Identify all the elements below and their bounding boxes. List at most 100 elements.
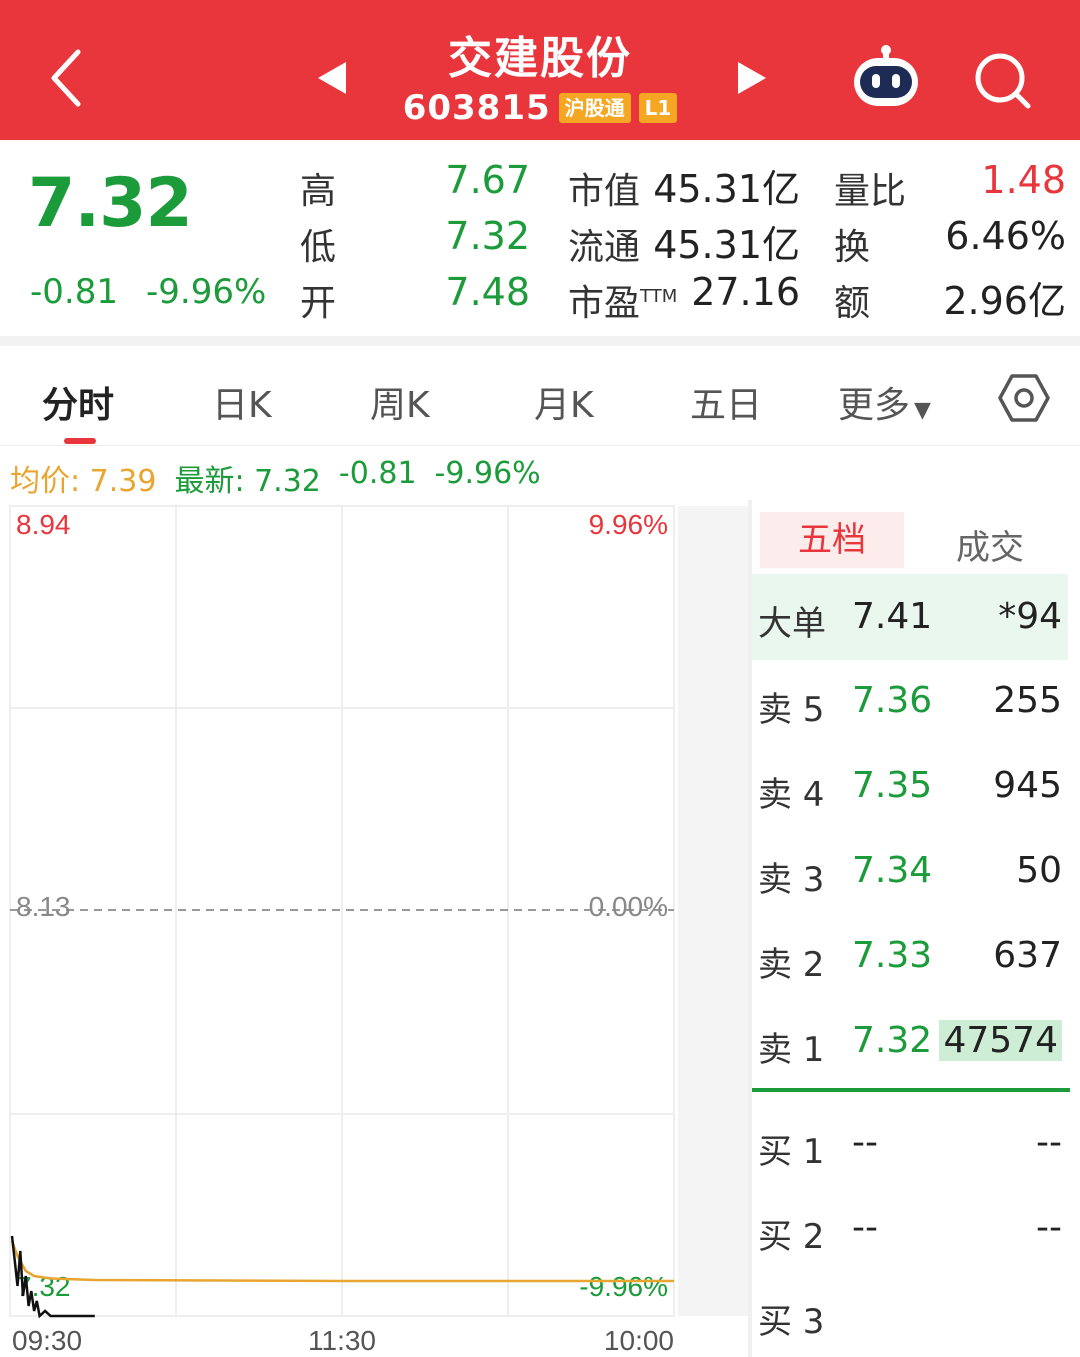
search-button[interactable]: [972, 52, 1034, 110]
order-book: 五档 成交 大单 7.41 *94 卖 5 7.36 255 卖 4 7.35 …: [752, 506, 1072, 1357]
section-divider: [0, 336, 1080, 346]
prev-stock-button[interactable]: [312, 58, 352, 98]
price-change: -0.81 -9.96%: [30, 272, 266, 312]
y-top-label: 8.94: [16, 509, 71, 540]
pct-mid-label: 0.00%: [589, 891, 668, 922]
chart-settings-button[interactable]: [998, 372, 1050, 424]
volume-ratio-label: 量比: [834, 171, 907, 212]
bid-row: 买 3: [752, 1274, 1068, 1354]
float-cap-value: 45.31亿: [653, 223, 800, 267]
bid-price: --: [852, 1207, 878, 1248]
active-tab-indicator: [64, 438, 96, 444]
pe-label-text: 市盈: [568, 283, 641, 324]
latest-change: -0.81: [338, 456, 417, 491]
pe-value: 27.16: [691, 270, 800, 314]
tab-more[interactable]: 更多 ▼: [838, 376, 931, 428]
pct-top-label: 9.96%: [589, 509, 668, 540]
triangle-right-icon: [738, 62, 766, 94]
ask-volume: 50: [1016, 850, 1062, 891]
ask-price: 7.36: [852, 680, 933, 721]
big-order-price: 7.41: [852, 596, 933, 637]
market-tag: 沪股通: [558, 93, 631, 123]
tab-monthly-k[interactable]: 月K: [534, 376, 594, 428]
ask-volume: 637: [993, 935, 1062, 976]
ask-row: 卖 5 7.36 255: [752, 662, 1068, 742]
tab-five-day[interactable]: 五日: [690, 376, 762, 428]
stock-name: 交建股份: [448, 33, 632, 84]
tab-five-levels[interactable]: 五档: [760, 512, 904, 568]
chart-info-line: 均价: 7.39 最新: 7.32 -0.81 -9.96%: [10, 456, 541, 500]
ask-row: 卖 2 7.33 637: [752, 917, 1068, 997]
bid-label: 买 3: [758, 1302, 825, 1342]
assistant-button[interactable]: [848, 42, 924, 110]
ask-volume: 255: [993, 680, 1062, 721]
stock-code: 603815: [402, 88, 551, 128]
level-tag: L1: [638, 93, 678, 123]
ask-row: 卖 3 7.34 50: [752, 832, 1068, 912]
turnover-value: 6.46%: [945, 214, 1066, 258]
amount-value: 2.96亿: [943, 279, 1066, 323]
float-cap-label: 流通: [568, 227, 641, 268]
bid-label: 买 2: [758, 1217, 825, 1257]
tab-trades[interactable]: 成交: [956, 520, 1024, 569]
bid-label: 买 1: [758, 1132, 825, 1172]
ask-row: 卖 1 7.32 47574: [752, 1002, 1068, 1082]
bid-volume: --: [1036, 1207, 1062, 1248]
tab-weekly-k[interactable]: 周K: [370, 376, 430, 428]
caret-down-icon: ▼: [914, 398, 931, 423]
bid-row: 买 1 -- --: [752, 1104, 1068, 1184]
chart-right-gutter: [678, 506, 748, 1316]
low-label: 低: [300, 227, 337, 268]
tab-more-label: 更多: [838, 385, 911, 426]
ask-label: 卖 5: [758, 690, 825, 730]
back-button[interactable]: [40, 40, 100, 110]
market-cap-value: 45.31亿: [653, 167, 800, 211]
bid-ask-separator: [752, 1088, 1070, 1092]
ask-price: 7.35: [852, 765, 933, 806]
ask-volume: 47574: [939, 1020, 1062, 1061]
ask-price: 7.33: [852, 935, 933, 976]
chevron-left-icon: [51, 49, 81, 107]
change-value: -0.81: [30, 272, 118, 312]
tab-daily-k[interactable]: 日K: [212, 376, 272, 428]
ask-label: 卖 4: [758, 775, 825, 815]
open-label: 开: [300, 283, 337, 324]
x-label-start: 09:30: [12, 1325, 82, 1356]
x-label-mid: 11:30: [308, 1325, 376, 1356]
settings-hexagon-icon: [998, 374, 1050, 422]
big-order-label: 大单: [758, 604, 826, 644]
bid-price: --: [852, 1122, 878, 1163]
x-label-end: 10:00: [604, 1325, 674, 1356]
ask-price: 7.34: [852, 850, 933, 891]
market-cap-label: 市值: [568, 171, 641, 212]
volume-ratio-value: 1.48: [981, 158, 1066, 202]
quote-panel: 7.32 -0.81 -9.96% 高 7.67 市值 45.31亿 量比 1.…: [0, 140, 1080, 336]
robot-icon: [854, 45, 918, 106]
ask-label: 卖 2: [758, 945, 825, 985]
next-stock-button[interactable]: [732, 58, 772, 98]
amount-label: 额: [834, 283, 871, 324]
bid-row: 买 2 -- --: [752, 1189, 1068, 1269]
ask-row: 卖 4 7.35 945: [752, 747, 1068, 827]
avg-price-label: 均价: 7.39: [10, 464, 157, 499]
current-price: 7.32: [28, 164, 193, 243]
pe-label: 市盈TTM: [568, 274, 677, 326]
tab-intraday[interactable]: 分时: [42, 376, 114, 428]
stock-header: 交建股份 603815 沪股通 L1: [0, 0, 1080, 140]
chart-tabs: 分时 日K 周K 月K 五日 更多 ▼: [0, 346, 1080, 446]
search-icon: [975, 53, 1031, 109]
turnover-label: 换: [834, 227, 871, 268]
stock-code-row: 603815 沪股通 L1: [380, 88, 700, 128]
pe-ttm-sup: TTM: [640, 286, 678, 307]
ask-label: 卖 1: [758, 1030, 825, 1070]
high-label: 高: [300, 171, 337, 212]
intraday-chart[interactable]: 8.94 9.96% 8.13 0.00% 7.32 -9.96% 09:30 …: [0, 500, 750, 1357]
high-value: 7.67: [445, 158, 530, 202]
big-order-row: 大单 7.41 *94: [752, 574, 1068, 660]
bid-volume: --: [1036, 1122, 1062, 1163]
low-value: 7.32: [445, 214, 530, 258]
change-percent: -9.96%: [145, 272, 267, 312]
latest-change-pct: -9.96%: [434, 456, 541, 491]
ask-label: 卖 3: [758, 860, 825, 900]
open-value: 7.48: [445, 270, 530, 314]
